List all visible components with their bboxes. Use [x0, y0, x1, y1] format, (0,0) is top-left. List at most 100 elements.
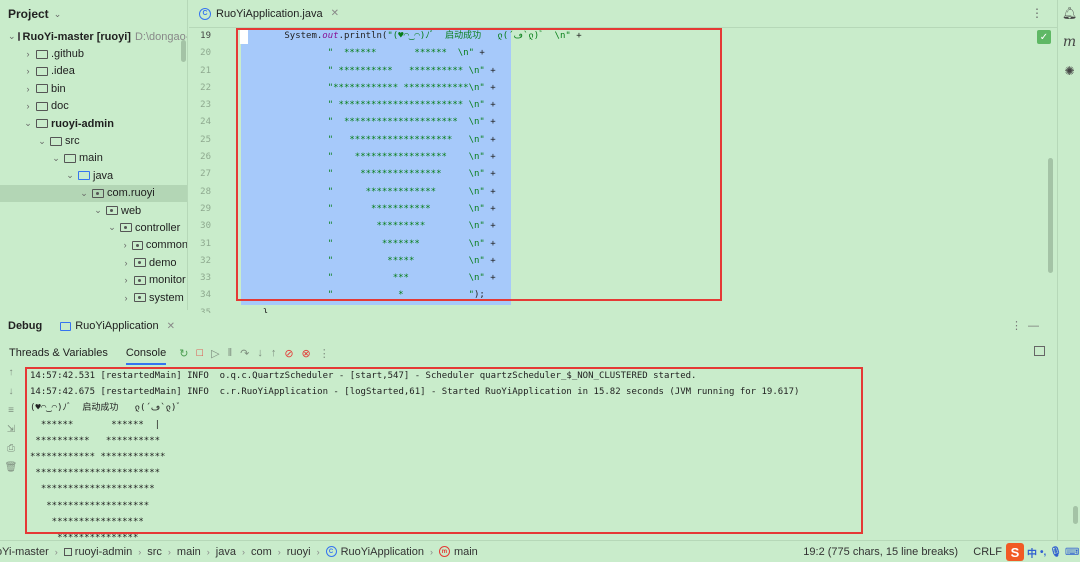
code-line[interactable]: " *************** \n" + [241, 166, 511, 184]
breadcrumb-item[interactable]: src [147, 546, 162, 558]
chevron-right-icon[interactable]: › [22, 49, 34, 59]
tree-item[interactable]: › monitor [0, 271, 187, 288]
tree-item[interactable]: › system [0, 289, 187, 306]
tree-item[interactable]: ⌄ src [0, 132, 187, 149]
layout-icon[interactable] [1034, 346, 1045, 356]
chevron-down-icon[interactable]: ⌄ [36, 136, 48, 147]
notifications-icon[interactable]: 🔔︎ [1058, 6, 1080, 20]
editor-tab[interactable]: C RuoYiApplication.java ✕ [189, 0, 349, 28]
breadcrumb-item[interactable]: m main [438, 546, 478, 558]
inspection-ok-icon[interactable]: ✓ [1037, 30, 1051, 44]
chevron-right-icon[interactable]: › [120, 258, 132, 268]
stop-icon[interactable]: □ [196, 347, 203, 359]
print-icon[interactable]: ⎙ [0, 443, 22, 462]
chevron-right-icon[interactable]: › [22, 84, 34, 94]
soft-wrap-icon[interactable]: ≡ [0, 405, 22, 424]
more-vertical-icon[interactable]: ⋮ [1031, 6, 1043, 20]
trash-icon[interactable]: 🗑︎ [0, 462, 22, 481]
breadcrumb-item[interactable]: java [216, 546, 236, 558]
console-output[interactable]: 14:57:42.531 [restartedMain] INFO o.q.c.… [26, 368, 1056, 538]
tree-item[interactable]: ⌄ ruoyi-admin [0, 115, 187, 132]
plugin-icon[interactable]: ✺ [1058, 64, 1080, 78]
tree-item[interactable]: › doc [0, 98, 187, 115]
tree-item[interactable]: › demo [0, 254, 187, 271]
code-line[interactable]: " *** \n" + [241, 270, 511, 288]
breadcrumb-item[interactable]: oYi-master [0, 546, 49, 558]
code-line[interactable]: " ********* \n" + [241, 218, 511, 236]
tree-item[interactable]: › .idea [0, 63, 187, 80]
chevron-down-icon[interactable]: ⌄ [106, 222, 118, 233]
editor-scrollbar[interactable] [1048, 158, 1053, 273]
tree-item[interactable]: ⌄ main [0, 150, 187, 167]
tree-item[interactable]: ⌄ java [0, 167, 187, 184]
chevron-down-icon[interactable]: ⌄ [8, 31, 16, 42]
punctuation-icon[interactable]: •, [1040, 547, 1046, 558]
chevron-down-icon[interactable]: ⌄ [22, 118, 34, 129]
code-area[interactable]: System.out.println("(♥◠‿◠)ﾉﾞ 启动成功 ლ(´ڡ`ლ… [241, 28, 1041, 335]
down-arrow-icon[interactable]: ↓ [0, 386, 22, 405]
resume-icon[interactable]: ▷ [211, 347, 219, 360]
code-line[interactable]: " ***** \n" + [241, 252, 511, 271]
code-line[interactable]: " ************* \n" + [241, 183, 511, 201]
code-line[interactable]: System.out.println("(♥◠‿◠)ﾉﾞ 启动成功 ლ(´ڡ`ლ… [241, 28, 582, 46]
chevron-down-icon[interactable]: ⌄ [64, 170, 76, 181]
breadcrumb-item[interactable]: main [177, 546, 201, 558]
tree-item[interactable]: › .github [0, 45, 187, 62]
more-vertical-icon[interactable]: ⋮ [319, 347, 330, 360]
sogou-ime-icon[interactable]: S [1006, 543, 1024, 561]
tree-item[interactable]: ⌄ controller [0, 219, 187, 236]
code-line[interactable]: "************ ************\n" + [241, 79, 511, 98]
code-line[interactable]: " *********** \n" + [241, 200, 511, 219]
tab-threads-variables[interactable]: Threads & Variables [0, 341, 117, 365]
tree-item[interactable]: ⌄ com.ruoyi [0, 184, 187, 202]
breadcrumb-item[interactable]: C RuoYiApplication [325, 546, 424, 558]
chevron-down-icon[interactable]: ⌄ [92, 205, 104, 216]
project-scrollbar[interactable] [181, 40, 186, 62]
tree-item[interactable]: › bin [0, 80, 187, 97]
rerun-icon[interactable]: ↻ [179, 347, 188, 360]
maven-icon[interactable]: m [1058, 34, 1080, 50]
caret-position[interactable]: 19:2 (775 chars, 15 line breaks) [803, 546, 958, 558]
close-icon[interactable]: ✕ [331, 8, 339, 19]
project-header[interactable]: Project ⌄ [0, 0, 187, 28]
chevron-right-icon[interactable]: › [22, 101, 34, 111]
code-line[interactable]: " ********************* \n" + [241, 114, 511, 132]
keyboard-icon[interactable]: ⌨ [1065, 547, 1079, 558]
chevron-right-icon[interactable]: › [22, 66, 34, 76]
tree-item[interactable]: › common [0, 237, 187, 254]
line-separator[interactable]: CRLF [973, 546, 1002, 558]
console-scrollbar[interactable] [1073, 506, 1078, 524]
code-line[interactable]: " ***************** \n" + [241, 149, 511, 167]
code-line[interactable]: " ******* \n" + [241, 235, 511, 253]
microphone-icon[interactable]: 🎙︎ [1049, 547, 1062, 558]
step-out-icon[interactable]: ↑ [271, 347, 277, 359]
step-into-icon[interactable]: ↓ [257, 347, 263, 359]
code-line[interactable]: " *********************** \n" + [241, 97, 511, 115]
view-breakpoints-icon[interactable]: ⊘ [284, 347, 293, 360]
pause-icon[interactable]: ‖ [228, 347, 233, 359]
breadcrumb-item[interactable]: com [251, 546, 272, 558]
more-vertical-icon[interactable]: ⋮— [1011, 319, 1045, 332]
tree-item[interactable]: ⌄ web [0, 202, 187, 219]
tree-item[interactable]: ⌄ RuoYi-master [ruoyi] D:\dongao- [0, 28, 187, 45]
chevron-right-icon[interactable]: › [120, 275, 132, 285]
chevron-down-icon[interactable]: ⌄ [78, 188, 90, 199]
chevron-right-icon[interactable]: › [120, 293, 132, 303]
chevron-down-icon[interactable]: ⌄ [50, 153, 62, 164]
code-line[interactable]: " * "); [241, 287, 511, 305]
chevron-right-icon[interactable]: › [120, 240, 130, 250]
tab-console[interactable]: Console [117, 341, 175, 365]
up-arrow-icon[interactable]: ↑ [0, 367, 22, 386]
debug-session-tab[interactable]: RuoYiApplication ✕ [60, 320, 175, 332]
code-line[interactable]: " ****** ****** \n" + [241, 45, 511, 63]
code-line[interactable]: " ********** ********** \n" + [241, 62, 511, 80]
step-over-icon[interactable]: ↷ [240, 347, 249, 360]
breadcrumb-item[interactable]: ruoyi [287, 546, 311, 558]
close-icon[interactable]: ✕ [167, 321, 175, 332]
chevron-down-icon[interactable]: ⌄ [54, 9, 62, 20]
ime-language[interactable]: 中 [1027, 545, 1037, 560]
breadcrumb-item[interactable]: ruoyi-admin [63, 546, 132, 558]
code-line[interactable]: " ******************* \n" + [241, 131, 511, 150]
mute-breakpoints-icon[interactable]: ⊗ [302, 347, 311, 360]
scroll-to-end-icon[interactable]: ⇲ [0, 424, 22, 443]
